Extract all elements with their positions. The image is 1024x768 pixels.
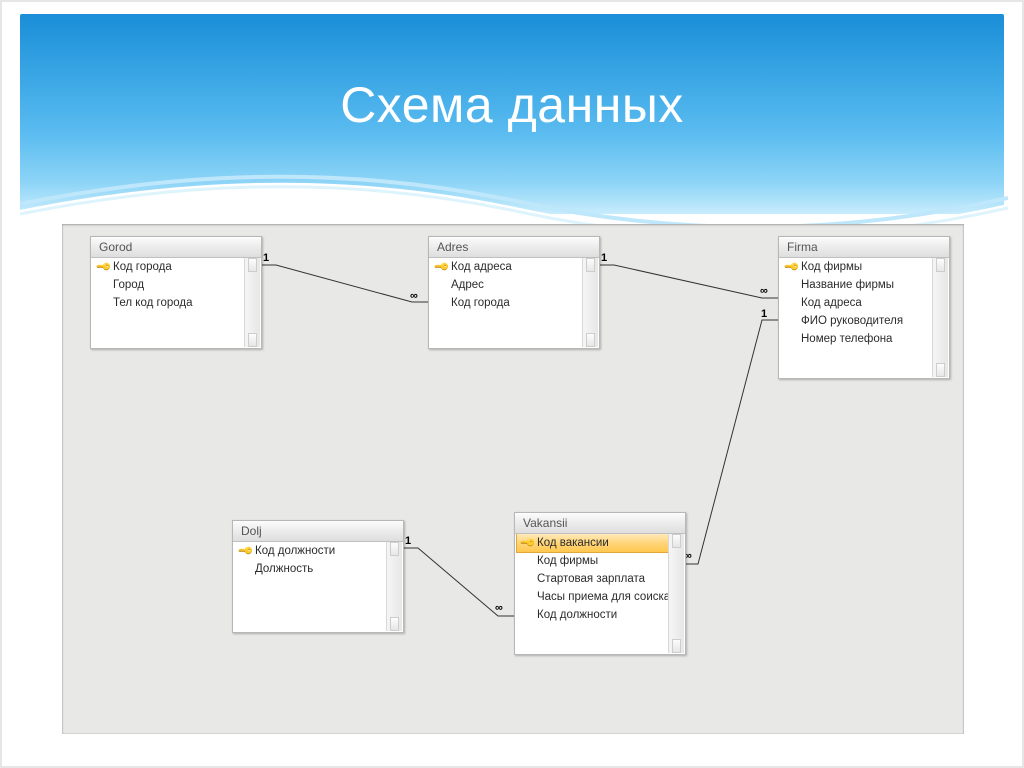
field-label: Номер телефона [801,333,932,345]
slide-title: Схема данных [20,76,1004,134]
field-row[interactable]: 🔑 Код города [93,258,261,276]
table-dolj[interactable]: Dolj 🔑 Код должности Должность [232,520,404,633]
primary-key-icon: 🔑 [519,535,536,552]
field-label: Код должности [537,609,668,621]
field-label: Часы приема для соискателей [537,591,668,603]
field-label: Должность [255,563,386,575]
field-row[interactable]: ФИО руководителя [781,312,949,330]
relationships-canvas[interactable]: 1 ∞ 1 ∞ 1 ∞ 1 ∞ Gorod 🔑 Код города Город [62,224,964,734]
field-label: Название фирмы [801,279,932,291]
primary-key-icon: 🔑 [783,259,800,276]
field-label: Код фирмы [801,261,932,273]
field-row[interactable]: 🔑 Код фирмы [781,258,949,276]
table-scrollbar[interactable] [582,258,598,347]
field-row[interactable]: Код города [431,294,599,312]
field-label: Тел код города [113,297,244,309]
field-row[interactable]: Тел код города [93,294,261,312]
field-label: Код вакансии [537,537,667,549]
table-scrollbar[interactable] [244,258,260,347]
field-label: Адрес [451,279,582,291]
field-row[interactable]: Стартовая зарплата [517,570,685,588]
primary-key-icon: 🔑 [95,259,112,276]
field-label: Код адреса [451,261,582,273]
table-title: Firma [779,237,949,258]
primary-key-icon: 🔑 [237,543,254,560]
table-firma[interactable]: Firma 🔑 Код фирмы Название фирмы Код адр… [778,236,950,379]
cardinality-many: ∞ [760,285,768,297]
primary-key-icon: 🔑 [433,259,450,276]
field-row[interactable]: 🔑 Код должности [235,542,403,560]
cardinality-one: 1 [761,308,767,320]
field-row[interactable]: 🔑 Код адреса [431,258,599,276]
table-title: Dolj [233,521,403,542]
field-label: Код адреса [801,297,932,309]
cardinality-many: ∞ [495,602,503,614]
table-vakansii[interactable]: Vakansii 🔑 Код вакансии Код фирмы Старто… [514,512,686,655]
field-label: Код должности [255,545,386,557]
field-row[interactable]: Код адреса [781,294,949,312]
field-row[interactable]: Название фирмы [781,276,949,294]
slide-header-bg: Схема данных [20,14,1004,214]
cardinality-one: 1 [405,535,411,547]
field-label: ФИО руководителя [801,315,932,327]
field-label: Код города [451,297,582,309]
field-row[interactable]: Номер телефона [781,330,949,348]
field-row[interactable]: Адрес [431,276,599,294]
table-scrollbar[interactable] [932,258,948,377]
field-row[interactable]: Должность [235,560,403,578]
field-label: Стартовая зарплата [537,573,668,585]
table-adres[interactable]: Adres 🔑 Код адреса Адрес Код города [428,236,600,349]
field-row[interactable]: Часы приема для соискателей [517,588,685,606]
table-scrollbar[interactable] [386,542,402,631]
table-title: Vakansii [515,513,685,534]
table-scrollbar[interactable] [668,534,684,653]
cardinality-one: 1 [263,252,269,264]
table-title: Adres [429,237,599,258]
cardinality-one: 1 [601,252,607,264]
cardinality-many: ∞ [410,290,418,302]
slide: Схема данных 1 ∞ 1 ∞ 1 [0,0,1024,768]
field-row[interactable]: Код фирмы [517,552,685,570]
field-row[interactable]: Код должности [517,606,685,624]
table-gorod[interactable]: Gorod 🔑 Код города Город Тел код города [90,236,262,349]
field-row-selected[interactable]: 🔑 Код вакансии [516,534,670,553]
field-row[interactable]: Город [93,276,261,294]
field-label: Код города [113,261,244,273]
field-label: Город [113,279,244,291]
table-title: Gorod [91,237,261,258]
field-label: Код фирмы [537,555,668,567]
